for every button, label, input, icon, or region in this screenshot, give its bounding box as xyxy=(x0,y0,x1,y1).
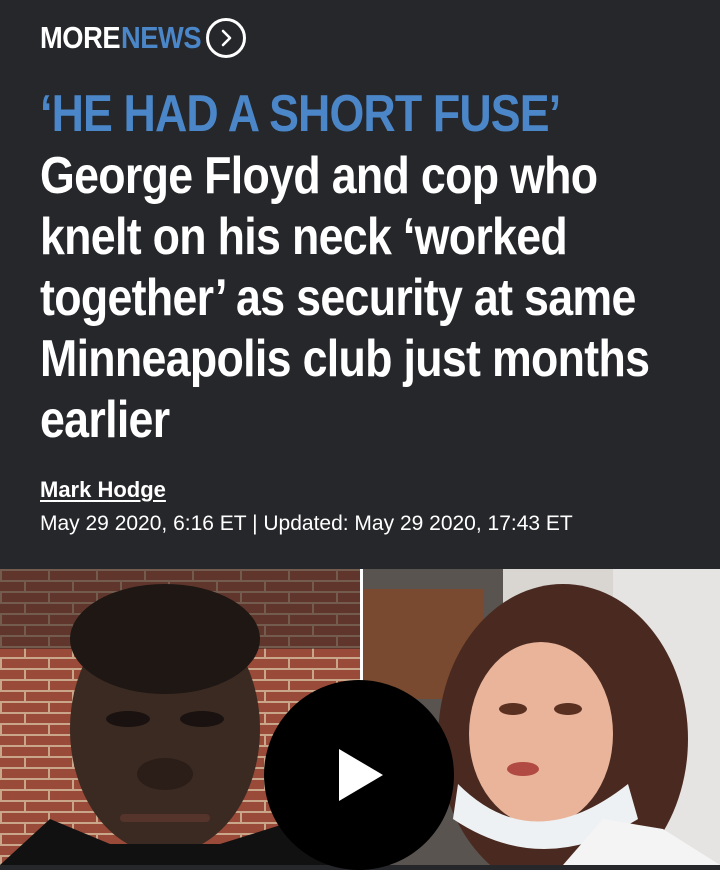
article-kicker: ‘HE HAD A SHORT FUSE’ xyxy=(40,85,561,143)
news-label: NEWS xyxy=(121,20,202,55)
more-label: MORE xyxy=(40,20,121,55)
article-headline: George Floyd and cop who knelt on his ne… xyxy=(40,147,650,449)
chevron-right-icon[interactable] xyxy=(206,18,246,58)
author-link[interactable]: Mark Hodge xyxy=(40,477,166,503)
publish-date: May 29 2020, 6:16 ET | Updated: May 29 2… xyxy=(40,512,573,535)
play-button[interactable] xyxy=(264,680,454,870)
more-news-header[interactable]: MORE NEWS xyxy=(40,14,246,62)
play-icon xyxy=(339,749,383,801)
